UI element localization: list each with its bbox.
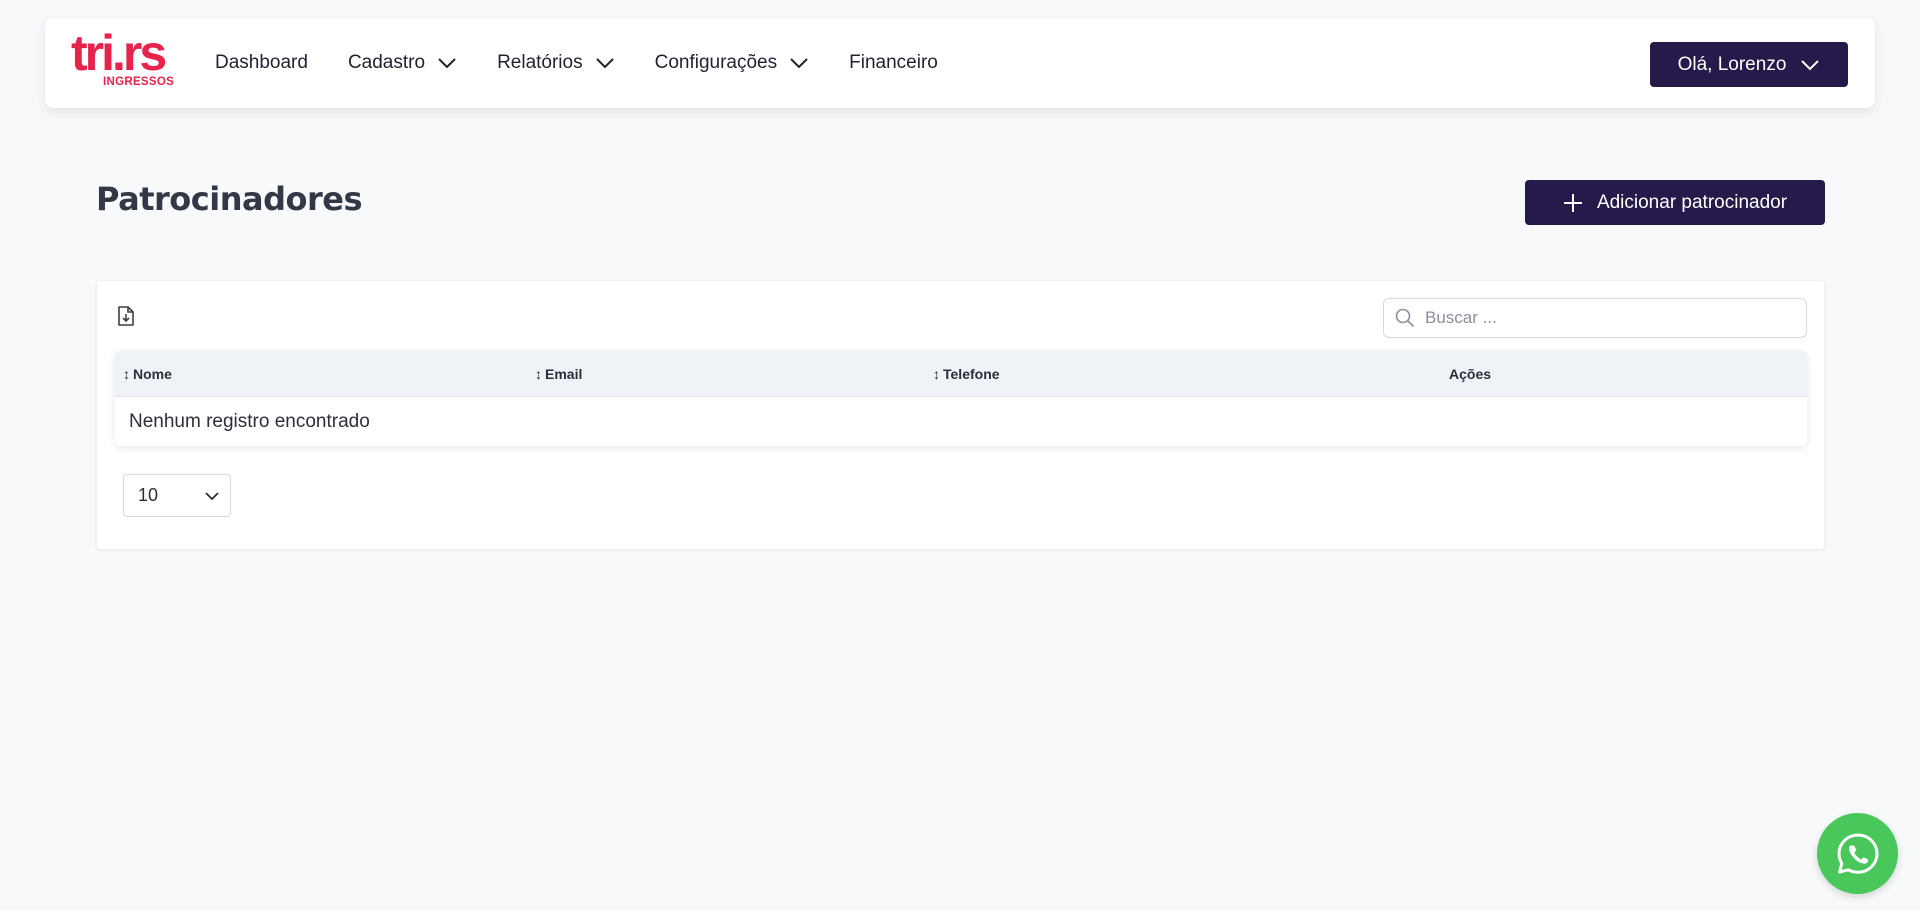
- column-header-telefone[interactable]: ↕ Telefone: [933, 351, 1000, 397]
- page-title: Patrocinadores: [96, 180, 362, 218]
- top-navbar: tri.rs INGRESSOS Dashboard Cadastro Rela…: [45, 18, 1875, 108]
- sort-icon: ↕: [933, 366, 940, 382]
- nav-item-dashboard[interactable]: Dashboard: [215, 52, 308, 74]
- search-box: [1383, 298, 1807, 338]
- nav-item-cadastro[interactable]: Cadastro: [348, 52, 457, 74]
- user-greeting: Olá, Lorenzo: [1677, 53, 1787, 75]
- nav-item-label: Financeiro: [849, 52, 938, 73]
- sponsors-card: ↕ Nome ↕ Email ↕ Telefone Ações Nenhum r…: [96, 280, 1825, 550]
- sponsors-table: ↕ Nome ↕ Email ↕ Telefone Ações Nenhum r…: [115, 351, 1807, 446]
- add-sponsor-label: Adicionar patrocinador: [1596, 191, 1788, 213]
- table-empty-row: Nenhum registro encontrado: [115, 397, 1807, 446]
- nav-item-relatorios[interactable]: Relatórios: [497, 52, 615, 74]
- brand-logo-subtext: INGRESSOS: [103, 76, 175, 88]
- table-header: ↕ Nome ↕ Email ↕ Telefone Ações: [115, 351, 1807, 397]
- column-header-acoes: Ações: [1449, 351, 1491, 397]
- main-nav: Dashboard Cadastro Relatórios Configuraç…: [215, 18, 978, 108]
- nav-item-label: Relatórios: [497, 52, 583, 73]
- nav-item-label: Dashboard: [215, 52, 308, 73]
- brand-logo-text: tri.rs: [71, 25, 167, 81]
- chevron-down-icon: [1801, 59, 1820, 70]
- column-header-email[interactable]: ↕ Email: [535, 351, 582, 397]
- plus-icon: [1563, 193, 1582, 212]
- chevron-down-icon: [790, 58, 808, 69]
- empty-message: Nenhum registro encontrado: [129, 410, 370, 432]
- sort-icon: ↕: [123, 366, 130, 382]
- brand-logo[interactable]: tri.rs INGRESSOS: [71, 28, 175, 92]
- page-size-select[interactable]: 10: [123, 474, 231, 517]
- column-header-label: Nome: [133, 366, 172, 382]
- chevron-down-icon: [595, 58, 614, 69]
- whatsapp-button[interactable]: [1817, 813, 1898, 894]
- search-icon: [1395, 308, 1415, 328]
- column-header-label: Telefone: [943, 366, 1000, 382]
- page-size-value: 10: [138, 485, 159, 505]
- column-header-nome[interactable]: ↕ Nome: [123, 351, 172, 397]
- chevron-down-icon: [438, 58, 456, 69]
- sort-icon: ↕: [535, 366, 542, 382]
- nav-item-financeiro[interactable]: Financeiro: [849, 52, 938, 74]
- user-menu-button[interactable]: Olá, Lorenzo: [1650, 42, 1848, 87]
- nav-item-label: Configurações: [654, 52, 778, 73]
- add-sponsor-button[interactable]: Adicionar patrocinador: [1525, 180, 1825, 225]
- file-download-icon[interactable]: [116, 305, 136, 327]
- search-input[interactable]: [1425, 308, 1785, 328]
- column-header-label: Email: [545, 366, 583, 382]
- nav-item-label: Cadastro: [347, 52, 426, 73]
- whatsapp-icon: [1837, 833, 1878, 874]
- column-header-label: Ações: [1449, 366, 1492, 382]
- nav-item-configuracoes[interactable]: Configurações: [655, 52, 810, 74]
- chevron-down-icon: [205, 492, 219, 501]
